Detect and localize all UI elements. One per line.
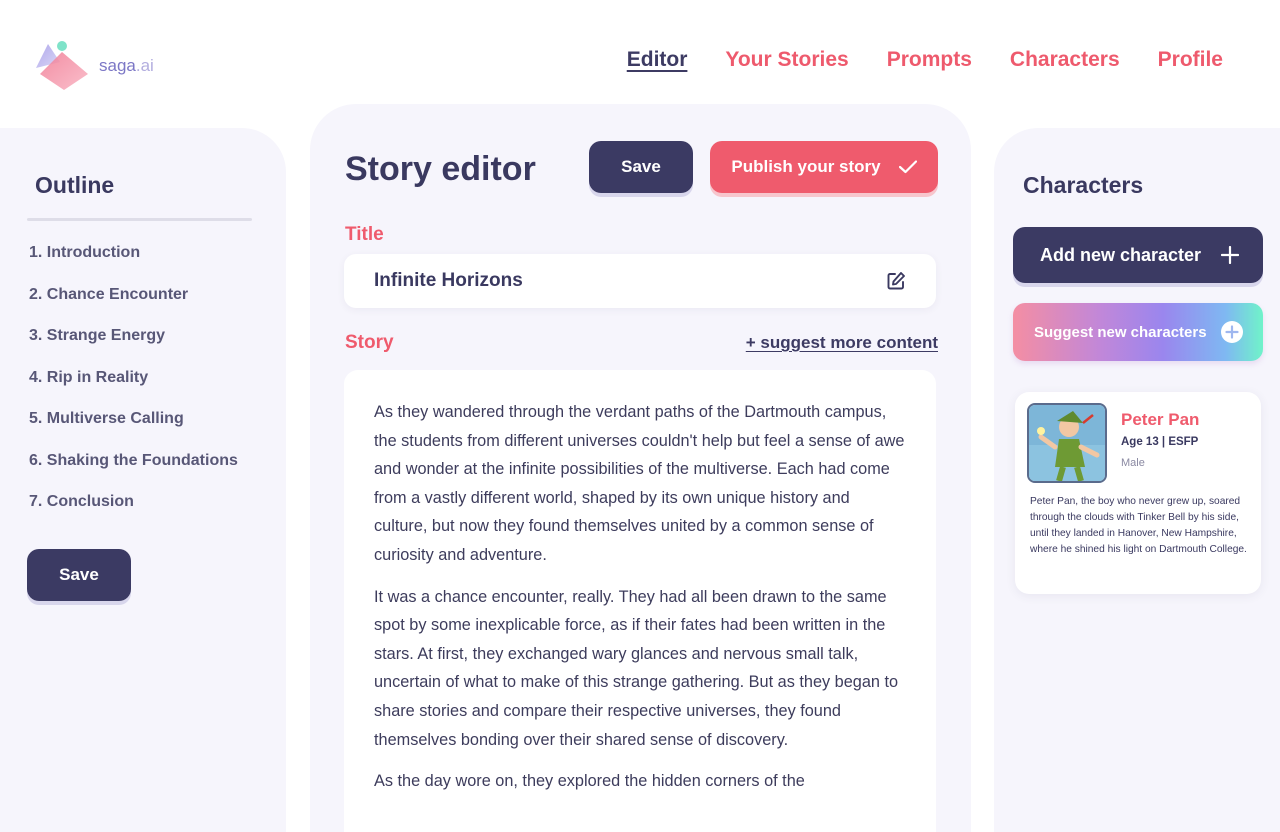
outline-divider — [27, 218, 252, 221]
story-paragraph: It was a chance encounter, really. They … — [374, 587, 899, 749]
plus-icon — [1221, 246, 1239, 264]
publish-label: Publish your story — [731, 157, 881, 176]
story-textarea[interactable]: As they wandered through the verdant pat… — [344, 370, 936, 832]
outline-item[interactable]: 1. Introduction — [29, 244, 238, 286]
suggest-characters-label: Suggest new characters — [1034, 323, 1207, 341]
story-paragraph: As the day wore on, they explored the hi… — [374, 772, 805, 791]
outline-item[interactable]: 2. Chance Encounter — [29, 286, 238, 328]
title-field[interactable]: Infinite Horizons — [344, 254, 936, 308]
nav-profile[interactable]: Profile — [1158, 48, 1223, 72]
nav-prompts[interactable]: Prompts — [887, 48, 972, 72]
story-paragraph: As they wandered through the verdant pat… — [374, 403, 905, 564]
outline-item[interactable]: 3. Strange Energy — [29, 327, 238, 369]
publish-button[interactable]: Publish your story — [710, 141, 938, 193]
nav-characters[interactable]: Characters — [1010, 48, 1120, 72]
story-editor-panel: Story editor Save Publish your story Tit… — [310, 104, 971, 832]
story-label: Story — [345, 332, 394, 353]
add-character-button[interactable]: Add new character — [1013, 227, 1263, 283]
page-title: Story editor — [345, 150, 536, 188]
logo-mark-icon — [36, 41, 88, 90]
plus-circle-icon — [1221, 321, 1243, 343]
edit-icon[interactable] — [886, 271, 906, 291]
nav-editor[interactable]: Editor — [627, 48, 688, 72]
check-icon — [898, 160, 917, 174]
characters-panel: Characters Add new character Suggest new… — [994, 128, 1280, 832]
outline-item[interactable]: 5. Multiverse Calling — [29, 410, 238, 452]
character-name: Peter Pan — [1121, 410, 1200, 429]
character-card[interactable]: Peter Pan Age 13 | ESFP Male Peter Pan, … — [1015, 392, 1261, 594]
brand-name: saga.ai — [99, 56, 154, 75]
character-gender: Male — [1121, 457, 1145, 469]
title-value: Infinite Horizons — [374, 270, 523, 291]
outline-item[interactable]: 4. Rip in Reality — [29, 369, 238, 411]
characters-title: Characters — [1023, 172, 1144, 198]
outline-save-button[interactable]: Save — [27, 549, 131, 601]
character-meta: Age 13 | ESFP — [1121, 436, 1199, 448]
title-label: Title — [345, 224, 384, 245]
outline-item[interactable]: 6. Shaking the Foundations — [29, 452, 238, 494]
character-description: Peter Pan, the boy who never grew up, so… — [1030, 496, 1247, 555]
save-button[interactable]: Save — [589, 141, 693, 193]
character-avatar — [1027, 403, 1107, 483]
suggest-characters-button[interactable]: Suggest new characters — [1013, 303, 1263, 361]
suggest-content-link[interactable]: + suggest more content — [746, 333, 938, 353]
outline-list: 1. Introduction 2. Chance Encounter 3. S… — [29, 244, 238, 535]
top-nav: Editor Your Stories Prompts Characters P… — [627, 48, 1223, 72]
add-character-label: Add new character — [1040, 244, 1202, 265]
outline-item[interactable]: 7. Conclusion — [29, 493, 238, 535]
outline-panel: Outline 1. Introduction 2. Chance Encoun… — [0, 128, 286, 832]
outline-title: Outline — [35, 172, 115, 198]
nav-your-stories[interactable]: Your Stories — [725, 48, 848, 72]
